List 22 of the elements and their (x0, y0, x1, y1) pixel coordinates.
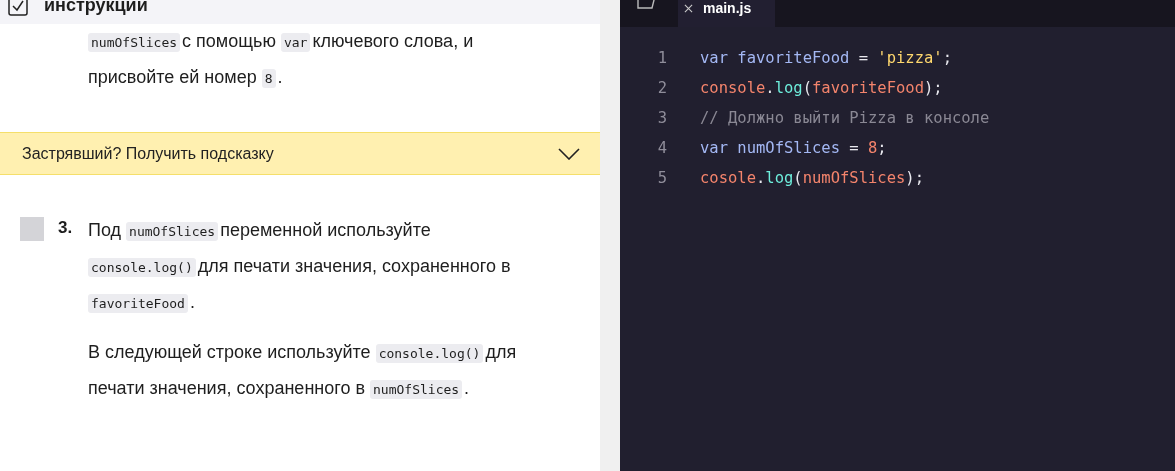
line-number: 4 (656, 139, 667, 157)
code-line: console.log(favoriteFood); (700, 79, 943, 97)
line-number: 3 (656, 109, 667, 127)
checkbox-icon[interactable] (8, 0, 28, 16)
instruction-text: numOfSlices с помощью var ключевого слова, и присвойте ей номер 8 . (88, 30, 475, 90)
hint-toggle[interactable]: Застрявший? Получить подсказку (0, 132, 600, 175)
code-line: var favoriteFood = 'pizza'; (700, 49, 952, 67)
file-icon[interactable] (636, 0, 656, 10)
instruction-text: В следующей строке используйте console.log() для печати значения, сохраненного в numOfSlices . (88, 341, 518, 401)
line-number: 2 (656, 79, 667, 97)
close-icon[interactable] (684, 4, 693, 13)
code-line: var numOfSlices = 8; (700, 139, 887, 157)
editor-tab[interactable]: main.js (678, 0, 776, 27)
step-checkbox[interactable] (20, 217, 44, 241)
step-number: 3. (57, 217, 74, 239)
line-number: 1 (656, 49, 667, 67)
chevron-icon (558, 147, 580, 160)
code-line: cosole.log(numOfSlices); (700, 169, 924, 187)
section-title: инструкции (44, 0, 148, 16)
code-line: // Должно выйти Pizza в консоле (700, 109, 990, 127)
instruction-text: Под numOfSlices переменной используйте console.log() для печати значения, сохраненного в favoriteFood . (88, 219, 512, 315)
line-number: 5 (656, 169, 667, 187)
